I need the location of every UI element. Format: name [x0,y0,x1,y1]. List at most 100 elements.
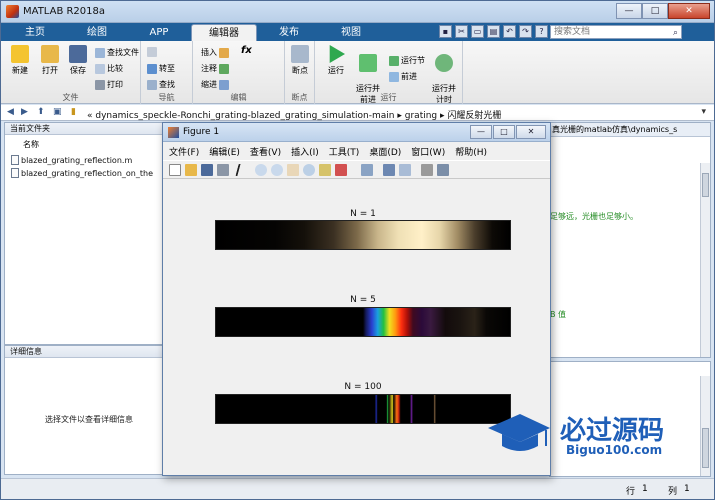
open-file-icon[interactable] [185,164,197,176]
find-icon [147,79,157,90]
file-item[interactable]: blazed_grating_reflection_on_the [11,168,153,178]
search-icon[interactable]: ⌕ [673,27,678,40]
save-figure-icon[interactable] [201,164,213,176]
minimize-button[interactable]: — [616,3,642,19]
find-files-label: 查找文件 [107,48,139,57]
nav-back-forward[interactable] [147,47,157,57]
up-folder-icon[interactable]: ⬆ [37,107,45,117]
pan-icon[interactable] [287,164,299,176]
goto-button[interactable]: 转至 [147,63,175,74]
link-plot-icon[interactable] [361,164,373,176]
forward-icon[interactable]: ▶ [21,107,28,117]
menu-insert[interactable]: 插入(I) [291,145,319,158]
undo-quick-icon[interactable]: ↶ [503,25,516,38]
tab-plots[interactable]: 绘图 [67,24,127,41]
matlab-logo-icon [6,5,19,18]
editor-scrollbar[interactable] [700,163,710,357]
advance-icon [389,71,399,82]
back-icon[interactable]: ◀ [7,107,14,117]
close-button[interactable]: ✕ [668,3,710,19]
find-button[interactable]: 查找 [147,79,175,90]
advance-label: 前进 [401,72,417,81]
compare-button[interactable]: 比较 [95,63,123,74]
fx-button[interactable]: fx [241,45,252,56]
command-scrollbar[interactable] [700,376,710,476]
new-button[interactable]: 新建 [5,45,35,76]
path-separator-icon: ▸ [397,111,405,121]
folder-path[interactable]: « dynamics_speckle-Ronchi_grating-blazed… [87,108,501,121]
path-segment[interactable]: dynamics_speckle-Ronchi_grating-blazed_g… [95,111,394,121]
goto-label: 转至 [159,64,175,73]
new-figure-icon[interactable] [169,164,181,176]
pointer-icon[interactable] [235,164,251,176]
path-dropdown-icon[interactable]: ▾ [701,107,706,117]
help-quick-icon[interactable]: ? [535,25,548,38]
new-label: 新建 [12,66,28,75]
file-item[interactable]: blazed_grating_reflection.m [11,155,132,165]
paste-quick-icon[interactable]: ▤ [487,25,500,38]
browse-folder-icon[interactable]: ▣ [53,107,62,117]
menu-help[interactable]: 帮助(H) [455,145,487,158]
figure-minimize-button[interactable]: — [470,125,492,139]
comment-button[interactable]: 注释 [201,63,229,74]
zoom-out-icon[interactable] [271,164,283,176]
hide-plot-tools-icon[interactable] [421,164,433,176]
path-segment[interactable]: grating [405,111,437,121]
tab-apps[interactable]: APP [129,24,189,41]
tab-publish[interactable]: 发布 [259,24,319,41]
path-segment[interactable]: 闪耀反射光栅 [447,111,501,121]
comment-label: 注释 [201,64,217,73]
figure-close-button[interactable]: ✕ [516,125,546,139]
menu-desktop[interactable]: 桌面(D) [369,145,401,158]
save-quick-icon[interactable]: ▪ [439,25,452,38]
data-cursor-icon[interactable] [319,164,331,176]
run-section-button[interactable]: 运行节 [389,55,425,66]
search-docs-input[interactable]: 搜索文档 ⌕ [550,25,682,39]
insert-button[interactable]: 插入 [201,47,229,58]
col-label: 列 [668,487,678,497]
menu-edit[interactable]: 编辑(E) [209,145,240,158]
row-value: 1 [642,484,648,494]
indent-button[interactable]: 缩进 [201,79,229,90]
plot-title-n1: N = 1 [350,209,376,219]
tab-editor[interactable]: 编辑器 [191,24,257,41]
watermark-url: Biguo100.com [566,443,663,457]
maximize-button[interactable]: □ [642,3,668,19]
figure-maximize-button[interactable]: □ [493,125,515,139]
find-files-button[interactable]: 查找文件 [95,47,139,58]
code-comment[interactable]: 足够远，光栅也足够小。 [550,211,638,222]
menu-file[interactable]: 文件(F) [169,145,199,158]
tab-home[interactable]: 主页 [5,24,65,41]
run-button[interactable]: 运行 [321,45,351,76]
copy-quick-icon[interactable]: ▭ [471,25,484,38]
compare-icon [95,63,105,74]
rotate-3d-icon[interactable] [303,164,315,176]
show-plot-tools-icon[interactable] [437,164,449,176]
open-button[interactable]: 打开 [35,45,65,76]
colorbar-icon[interactable] [383,164,395,176]
code-comment[interactable]: B 值 [550,309,566,320]
column-name[interactable]: 名称 [23,139,39,150]
menu-view[interactable]: 查看(V) [250,145,281,158]
scroll-thumb[interactable] [702,173,709,197]
zoom-in-icon[interactable] [255,164,267,176]
tab-view[interactable]: 视图 [321,24,381,41]
menu-window[interactable]: 窗口(W) [411,145,445,158]
breakpoints-button[interactable]: 断点 [285,45,315,76]
plot-title-n100: N = 100 [344,382,382,392]
cut-quick-icon[interactable]: ✂ [455,25,468,38]
print-button[interactable]: 打印 [95,79,123,90]
legend-icon[interactable] [399,164,411,176]
group-file-label: 文件 [62,93,79,102]
redo-quick-icon[interactable]: ↷ [519,25,532,38]
advance-button[interactable]: 前进 [389,71,417,82]
print-figure-icon[interactable] [217,164,229,176]
path-prefix: « [87,111,93,121]
scroll-thumb[interactable] [702,428,709,468]
run-section-label: 运行节 [401,56,425,65]
editor-path[interactable]: 真光栅的matlab仿真\dynamics_s [550,123,710,137]
spectrum-strip-n100 [215,394,511,424]
save-button[interactable]: 保存 [63,45,93,76]
menu-tools[interactable]: 工具(T) [329,145,360,158]
brush-icon[interactable] [335,164,347,176]
